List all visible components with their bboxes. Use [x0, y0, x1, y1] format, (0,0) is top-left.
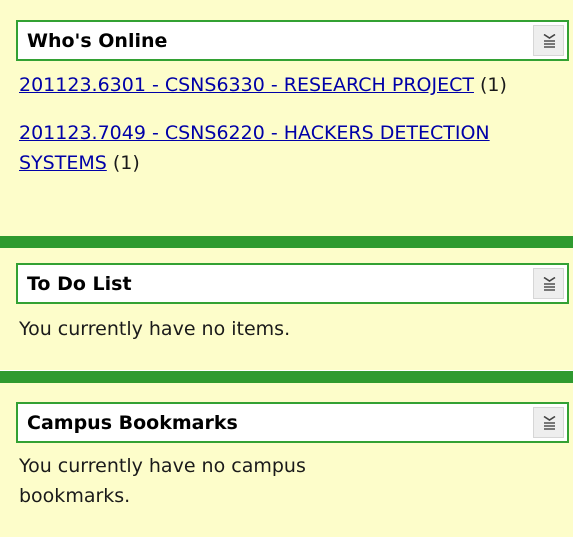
collapse-lines-icon: [543, 34, 556, 48]
online-user-count: (1): [106, 152, 140, 174]
online-course-link[interactable]: 201123.7049 - CSNS6220 - HACKERS DETECTI…: [19, 122, 490, 174]
todo-collapse-button[interactable]: [533, 268, 564, 299]
todo-empty-message: You currently have no items.: [19, 318, 291, 340]
online-course-item: 201123.7049 - CSNS6220 - HACKERS DETECTI…: [19, 118, 559, 178]
whos-online-header: Who's Online: [16, 20, 569, 61]
bookmarks-panel: Campus Bookmarks You currently have no c…: [0, 383, 573, 537]
bookmarks-collapse-button[interactable]: [533, 407, 564, 438]
todo-title: To Do List: [27, 273, 132, 295]
bookmarks-header: Campus Bookmarks: [16, 402, 569, 443]
todo-panel: To Do List You currently have no items.: [0, 248, 573, 370]
bookmarks-title: Campus Bookmarks: [27, 412, 238, 434]
whos-online-collapse-button[interactable]: [533, 25, 564, 56]
panel-divider: [0, 236, 573, 248]
online-course-list: 201123.6301 - CSNS6330 - RESEARCH PROJEC…: [19, 70, 559, 196]
online-course-item: 201123.6301 - CSNS6330 - RESEARCH PROJEC…: [19, 70, 559, 100]
homepage-widgets: Who's Online 201123.6301 - CSNS6330 - RE…: [0, 0, 573, 537]
online-course-link[interactable]: 201123.6301 - CSNS6330 - RESEARCH PROJEC…: [19, 74, 474, 96]
collapse-lines-icon: [543, 277, 556, 291]
todo-header: To Do List: [16, 263, 569, 304]
online-user-count: (1): [473, 74, 507, 96]
bookmarks-empty-message: You currently have no campus bookmarks.: [19, 455, 306, 507]
panel-divider: [0, 371, 573, 383]
whos-online-title: Who's Online: [27, 30, 168, 52]
collapse-lines-icon: [543, 416, 556, 430]
whos-online-panel: Who's Online 201123.6301 - CSNS6330 - RE…: [0, 0, 573, 236]
